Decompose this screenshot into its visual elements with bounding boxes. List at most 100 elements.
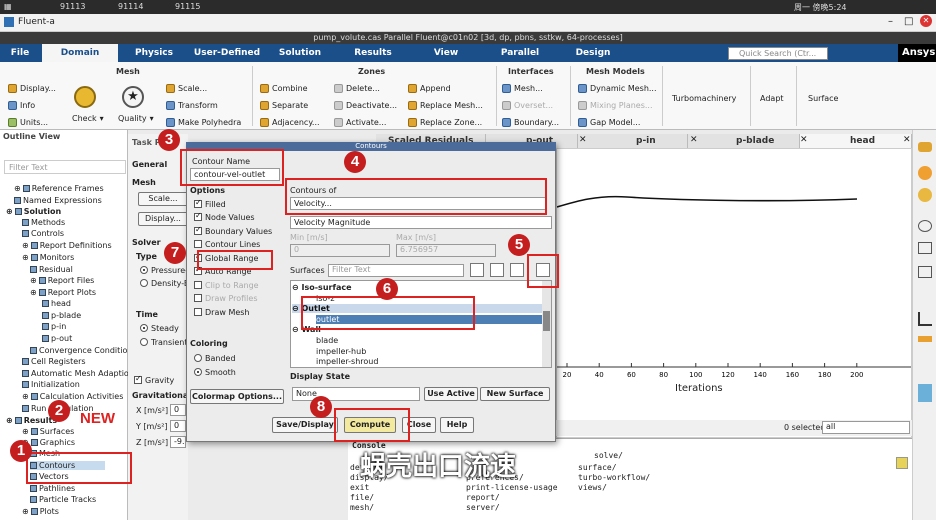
expand-icon[interactable]: ⊕	[22, 253, 29, 262]
mixing-planes-button[interactable]: Mixing Planes...	[578, 101, 653, 110]
append-button[interactable]: Append	[408, 84, 451, 93]
outline-item[interactable]: Controls	[22, 229, 64, 238]
outline-item[interactable]: ⊕ Report Definitions	[22, 241, 112, 250]
banded-radio[interactable]: Banded	[194, 354, 236, 363]
warning-icon[interactable]	[896, 457, 908, 469]
outline-item[interactable]: Automatic Mesh Adaption	[22, 369, 134, 378]
outline-item[interactable]: Mesh	[30, 449, 60, 458]
contours-of-select[interactable]: Velocity...	[290, 197, 546, 210]
new-surface-button[interactable]: New Surface	[480, 387, 550, 401]
smooth-radio[interactable]: Smooth	[194, 368, 236, 377]
fit-icon[interactable]	[918, 242, 932, 254]
quality-star-icon[interactable]: ★	[122, 86, 144, 108]
tab-domain[interactable]: Domain	[42, 44, 118, 62]
surface-button[interactable]: Surface	[808, 94, 838, 103]
collapse-icon[interactable]: ⊖	[292, 325, 302, 334]
outline-item[interactable]: p-in	[42, 322, 66, 331]
y-accel-input[interactable]: 0	[170, 420, 186, 432]
close-icon[interactable]: ✕	[920, 15, 932, 27]
surface-deselect-icon[interactable]	[490, 263, 504, 277]
expand-icon[interactable]: ⊕	[30, 288, 37, 297]
outline-item[interactable]: ⊕ Calculation Activities	[22, 392, 123, 401]
check-mesh-icon[interactable]	[74, 86, 96, 108]
tab-p-blade[interactable]: p-blade	[688, 134, 800, 148]
option-checkbox[interactable]: Draw Profiles	[194, 294, 257, 303]
quality-button[interactable]: Quality ▾	[118, 114, 154, 123]
tab-design[interactable]: Design	[558, 44, 628, 62]
view-eye-icon[interactable]	[918, 220, 932, 232]
outline-item[interactable]: ⊕ Monitors	[22, 253, 74, 262]
contours-of-sub-select[interactable]: Velocity Magnitude	[290, 216, 552, 229]
adjacency-button[interactable]: Adjacency...	[260, 118, 320, 127]
split-view-icon[interactable]	[918, 384, 932, 402]
outline-item[interactable]: Convergence Conditions	[30, 346, 137, 355]
option-checkbox[interactable]: Node Values	[194, 211, 255, 222]
scale-mesh-button[interactable]: Scale...	[138, 192, 188, 206]
outline-item[interactable]: Pathlines	[30, 484, 75, 493]
help-button[interactable]: Help	[440, 417, 474, 433]
transform-button[interactable]: Transform	[166, 101, 218, 110]
outline-item[interactable]: Initialization	[22, 380, 80, 389]
outline-item[interactable]: Residual	[30, 265, 73, 274]
graphics-window[interactable]: 20 40 60 80 100 120 140 160 180 200 Iterations	[556, 148, 912, 438]
display-mesh-button[interactable]: Display...	[8, 84, 56, 93]
surface-list-item[interactable]: impeller-hub	[316, 347, 366, 356]
tab-parallel[interactable]: Parallel	[482, 44, 558, 62]
gravity-checkbox[interactable]: Gravity	[134, 374, 174, 385]
surfaces-filter-input[interactable]: Filter Text	[328, 264, 464, 277]
close-tab-icon[interactable]: ✕	[690, 135, 698, 145]
quick-search-input[interactable]: Quick Search (Ctr...	[728, 47, 828, 60]
toolbar-icon[interactable]	[918, 142, 932, 152]
max-input[interactable]: 6.756957	[396, 244, 496, 257]
interfaces-mesh-button[interactable]: Mesh...	[502, 84, 543, 93]
steady-radio[interactable]: Steady	[140, 324, 179, 333]
compute-button[interactable]: Compute	[344, 417, 396, 433]
axes-icon[interactable]	[918, 266, 932, 278]
surface-list-item[interactable]: ⊖ Wall	[292, 325, 321, 334]
outline-item[interactable]: p-out	[42, 334, 72, 343]
tab-view[interactable]: View	[410, 44, 482, 62]
replace-mesh-button[interactable]: Replace Mesh...	[408, 101, 483, 110]
surface-select-all-icon[interactable]	[470, 263, 484, 277]
tab-head[interactable]: head	[800, 134, 912, 148]
make-polyhedra-button[interactable]: Make Polyhedra	[166, 118, 241, 127]
apps-icon[interactable]: ▦	[4, 2, 12, 11]
activate-button[interactable]: Activate...	[334, 118, 386, 127]
expand-icon[interactable]: ⊕	[30, 276, 37, 285]
use-active-button[interactable]: Use Active	[424, 387, 478, 401]
combine-button[interactable]: Combine	[260, 84, 308, 93]
maximize-icon[interactable]: □	[904, 16, 913, 27]
expand-icon[interactable]: ⊕	[6, 207, 13, 216]
units-button[interactable]: Units...	[8, 118, 48, 127]
turbomachinery-button[interactable]: Turbomachinery	[672, 94, 736, 103]
minimize-icon[interactable]: –	[888, 16, 893, 27]
surface-clear-icon[interactable]	[536, 263, 550, 277]
colormap-icon[interactable]	[918, 336, 932, 342]
surface-list-item[interactable]: impeller-shroud	[316, 357, 378, 366]
tab-results[interactable]: Results	[336, 44, 410, 62]
close-tab-icon[interactable]: ✕	[903, 135, 911, 145]
outline-item[interactable]: ⊕ Surfaces	[22, 427, 74, 436]
outline-item[interactable]: Particle Tracks	[30, 495, 96, 504]
overset-button[interactable]: Overset...	[502, 101, 553, 110]
transient-radio[interactable]: Transient	[140, 338, 188, 347]
z-accel-input[interactable]: -9.81	[170, 436, 186, 448]
surface-list-item[interactable]: outlet	[316, 315, 542, 324]
display-state-select[interactable]: None	[292, 387, 420, 401]
close-tab-icon[interactable]: ✕	[800, 135, 808, 145]
delete-button[interactable]: Delete...	[334, 84, 380, 93]
outline-item[interactable]: ⊕ Report Files	[30, 276, 94, 285]
collapse-icon[interactable]: ⊖	[292, 283, 302, 292]
outline-item[interactable]: Contours	[30, 461, 106, 470]
separate-button[interactable]: Separate	[260, 101, 308, 110]
outline-item[interactable]: Methods	[22, 218, 65, 227]
surface-list-item[interactable]: iso-z	[316, 294, 335, 303]
expand-icon[interactable]: ⊕	[22, 427, 29, 436]
surface-list-item[interactable]: ⊖ Iso-surface	[292, 283, 352, 292]
outline-item[interactable]: ⊕ Reference Frames	[14, 184, 104, 193]
min-input[interactable]: 0	[290, 244, 390, 257]
tab-solution[interactable]: Solution	[264, 44, 336, 62]
selection-filter-select[interactable]: all	[822, 421, 910, 434]
surfaces-scrollbar[interactable]	[542, 281, 551, 367]
tab-p-in[interactable]: p-in	[578, 134, 688, 148]
